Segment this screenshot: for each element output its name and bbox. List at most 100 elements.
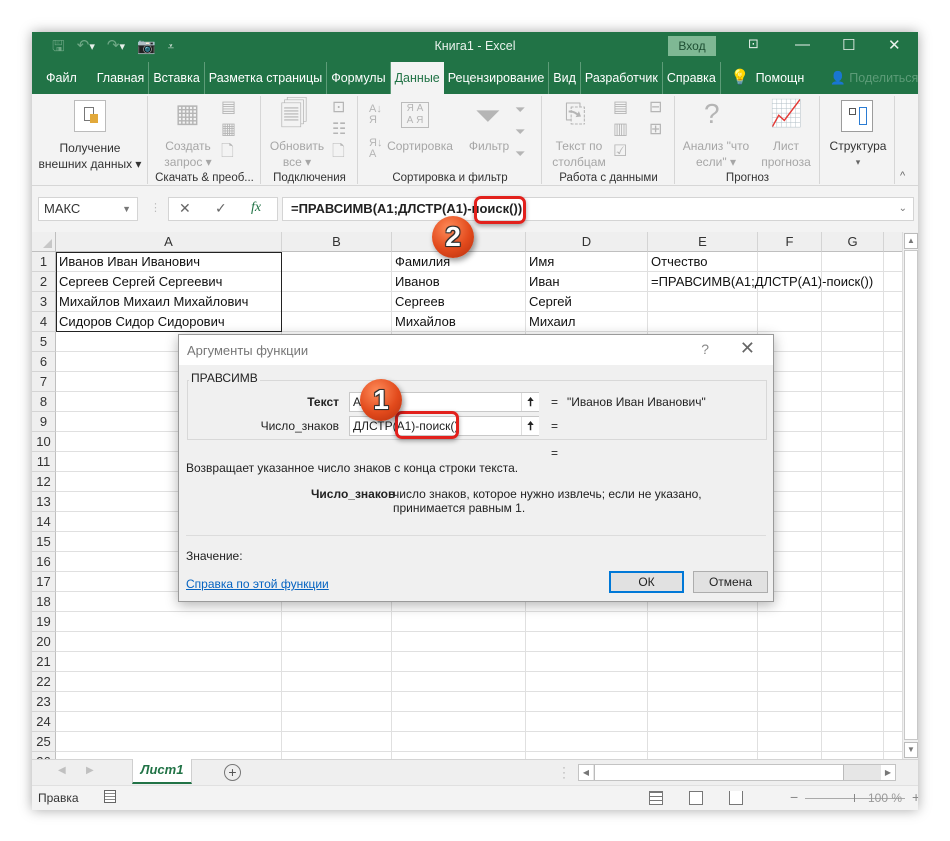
cell[interactable]	[758, 292, 822, 312]
column-header-f[interactable]: F	[758, 232, 822, 252]
row-header[interactable]: 5	[32, 332, 56, 352]
cell[interactable]	[758, 712, 822, 732]
cell[interactable]	[526, 752, 648, 759]
properties-icon[interactable]: ☷	[332, 122, 346, 138]
cell[interactable]	[526, 692, 648, 712]
cell[interactable]	[822, 312, 884, 332]
edit-links-icon[interactable]: 🗋	[332, 144, 345, 160]
row-header[interactable]: 15	[32, 532, 56, 552]
tab-help[interactable]: Справка	[663, 62, 721, 94]
cell[interactable]	[758, 312, 822, 332]
cell[interactable]	[822, 252, 884, 272]
cell[interactable]	[758, 612, 822, 632]
data-validation-icon[interactable]: ☑	[613, 144, 627, 160]
collapse-dialog-icon[interactable]: 🠅	[521, 417, 539, 435]
cell[interactable]	[822, 732, 884, 752]
cell[interactable]	[822, 752, 884, 759]
normal-view-icon[interactable]	[649, 791, 663, 805]
row-header[interactable]: 16	[32, 552, 56, 572]
cell[interactable]	[884, 552, 902, 572]
remove-duplicates-icon[interactable]: ▥	[613, 122, 628, 138]
zoom-level[interactable]: 100 %	[868, 791, 902, 805]
cell[interactable]	[884, 512, 902, 532]
cell[interactable]	[884, 672, 902, 692]
zoom-out-button[interactable]: −	[790, 789, 798, 805]
cell[interactable]	[822, 432, 884, 452]
cell[interactable]	[884, 532, 902, 552]
cell[interactable]	[822, 412, 884, 432]
row-header[interactable]: 22	[32, 672, 56, 692]
row-header[interactable]: 20	[32, 632, 56, 652]
filter-button[interactable]: Фильтр	[459, 138, 519, 154]
cell[interactable]	[526, 732, 648, 752]
cell[interactable]	[648, 292, 758, 312]
cell[interactable]	[56, 752, 282, 759]
collapse-ribbon-icon[interactable]: ^	[900, 170, 905, 182]
expand-formula-bar-icon[interactable]: ⌄	[899, 198, 907, 220]
cell[interactable]	[758, 672, 822, 692]
cell[interactable]	[56, 672, 282, 692]
cell[interactable]	[822, 632, 884, 652]
minimize-button[interactable]: —	[795, 36, 810, 53]
cell[interactable]	[392, 712, 526, 732]
cell[interactable]	[822, 532, 884, 552]
horizontal-scroll-thumb[interactable]	[594, 765, 844, 780]
tab-view[interactable]: Вид	[549, 62, 581, 94]
cell[interactable]: Фамилия	[392, 252, 526, 272]
cell[interactable]: Иванов Иван Иванович	[56, 252, 282, 272]
cell[interactable]	[648, 632, 758, 652]
enter-entry-icon[interactable]: ✓	[215, 200, 227, 217]
tab-formulas[interactable]: Формулы	[327, 62, 391, 94]
cell[interactable]	[884, 372, 902, 392]
cell[interactable]	[648, 612, 758, 632]
cell[interactable]	[758, 692, 822, 712]
column-header-a[interactable]: A	[56, 232, 282, 252]
cell[interactable]	[884, 392, 902, 412]
cell[interactable]	[884, 432, 902, 452]
share-button[interactable]: 👤 Поделиться	[808, 62, 918, 94]
row-header[interactable]: 3	[32, 292, 56, 312]
login-button[interactable]: Вход	[668, 36, 716, 56]
cell[interactable]	[648, 652, 758, 672]
cell[interactable]	[282, 632, 392, 652]
tab-insert[interactable]: Вставка	[149, 62, 205, 94]
column-header-e[interactable]: E	[648, 232, 758, 252]
help-link[interactable]: Справка по этой функции	[186, 577, 329, 591]
ok-button[interactable]: ОК	[609, 571, 684, 593]
cell[interactable]	[822, 472, 884, 492]
row-header[interactable]: 17	[32, 572, 56, 592]
get-external-data-button[interactable]: Получение внешних данных ▾	[32, 140, 148, 172]
cancel-entry-icon[interactable]: ✕	[179, 200, 191, 217]
cell[interactable]	[526, 612, 648, 632]
consolidate-icon[interactable]: ⊟	[649, 100, 662, 116]
cell[interactable]	[884, 312, 902, 332]
what-if-button[interactable]: Анализ "что если" ▾	[676, 138, 756, 170]
cell[interactable]	[56, 692, 282, 712]
cell[interactable]	[526, 652, 648, 672]
cell[interactable]	[282, 652, 392, 672]
cell[interactable]	[282, 672, 392, 692]
cell[interactable]	[884, 732, 902, 752]
column-header-b[interactable]: B	[282, 232, 392, 252]
cell[interactable]	[884, 412, 902, 432]
cell[interactable]	[884, 292, 902, 312]
tab-tell-me[interactable]: 💡 Помощн	[721, 62, 808, 94]
row-header[interactable]: 23	[32, 692, 56, 712]
cell[interactable]: Михаил	[526, 312, 648, 332]
row-header[interactable]: 21	[32, 652, 56, 672]
tab-page-layout[interactable]: Разметка страницы	[205, 62, 328, 94]
cell[interactable]	[884, 592, 902, 612]
resize-handle[interactable]: ⋮	[150, 201, 161, 214]
cell[interactable]	[392, 692, 526, 712]
page-break-view-icon[interactable]	[729, 791, 743, 805]
cell[interactable]	[758, 632, 822, 652]
cell[interactable]	[884, 572, 902, 592]
column-header-d[interactable]: D	[526, 232, 648, 252]
show-queries-icon[interactable]: ▤	[221, 100, 236, 116]
row-header[interactable]: 6	[32, 352, 56, 372]
sort-za-icon[interactable]: Я↓ А	[369, 138, 382, 160]
cell[interactable]	[392, 752, 526, 759]
scroll-right-icon[interactable]: ▶	[881, 765, 895, 780]
sort-az-icon[interactable]: А↓ Я	[369, 104, 382, 126]
prev-sheet-icon[interactable]: ◀	[58, 765, 66, 776]
